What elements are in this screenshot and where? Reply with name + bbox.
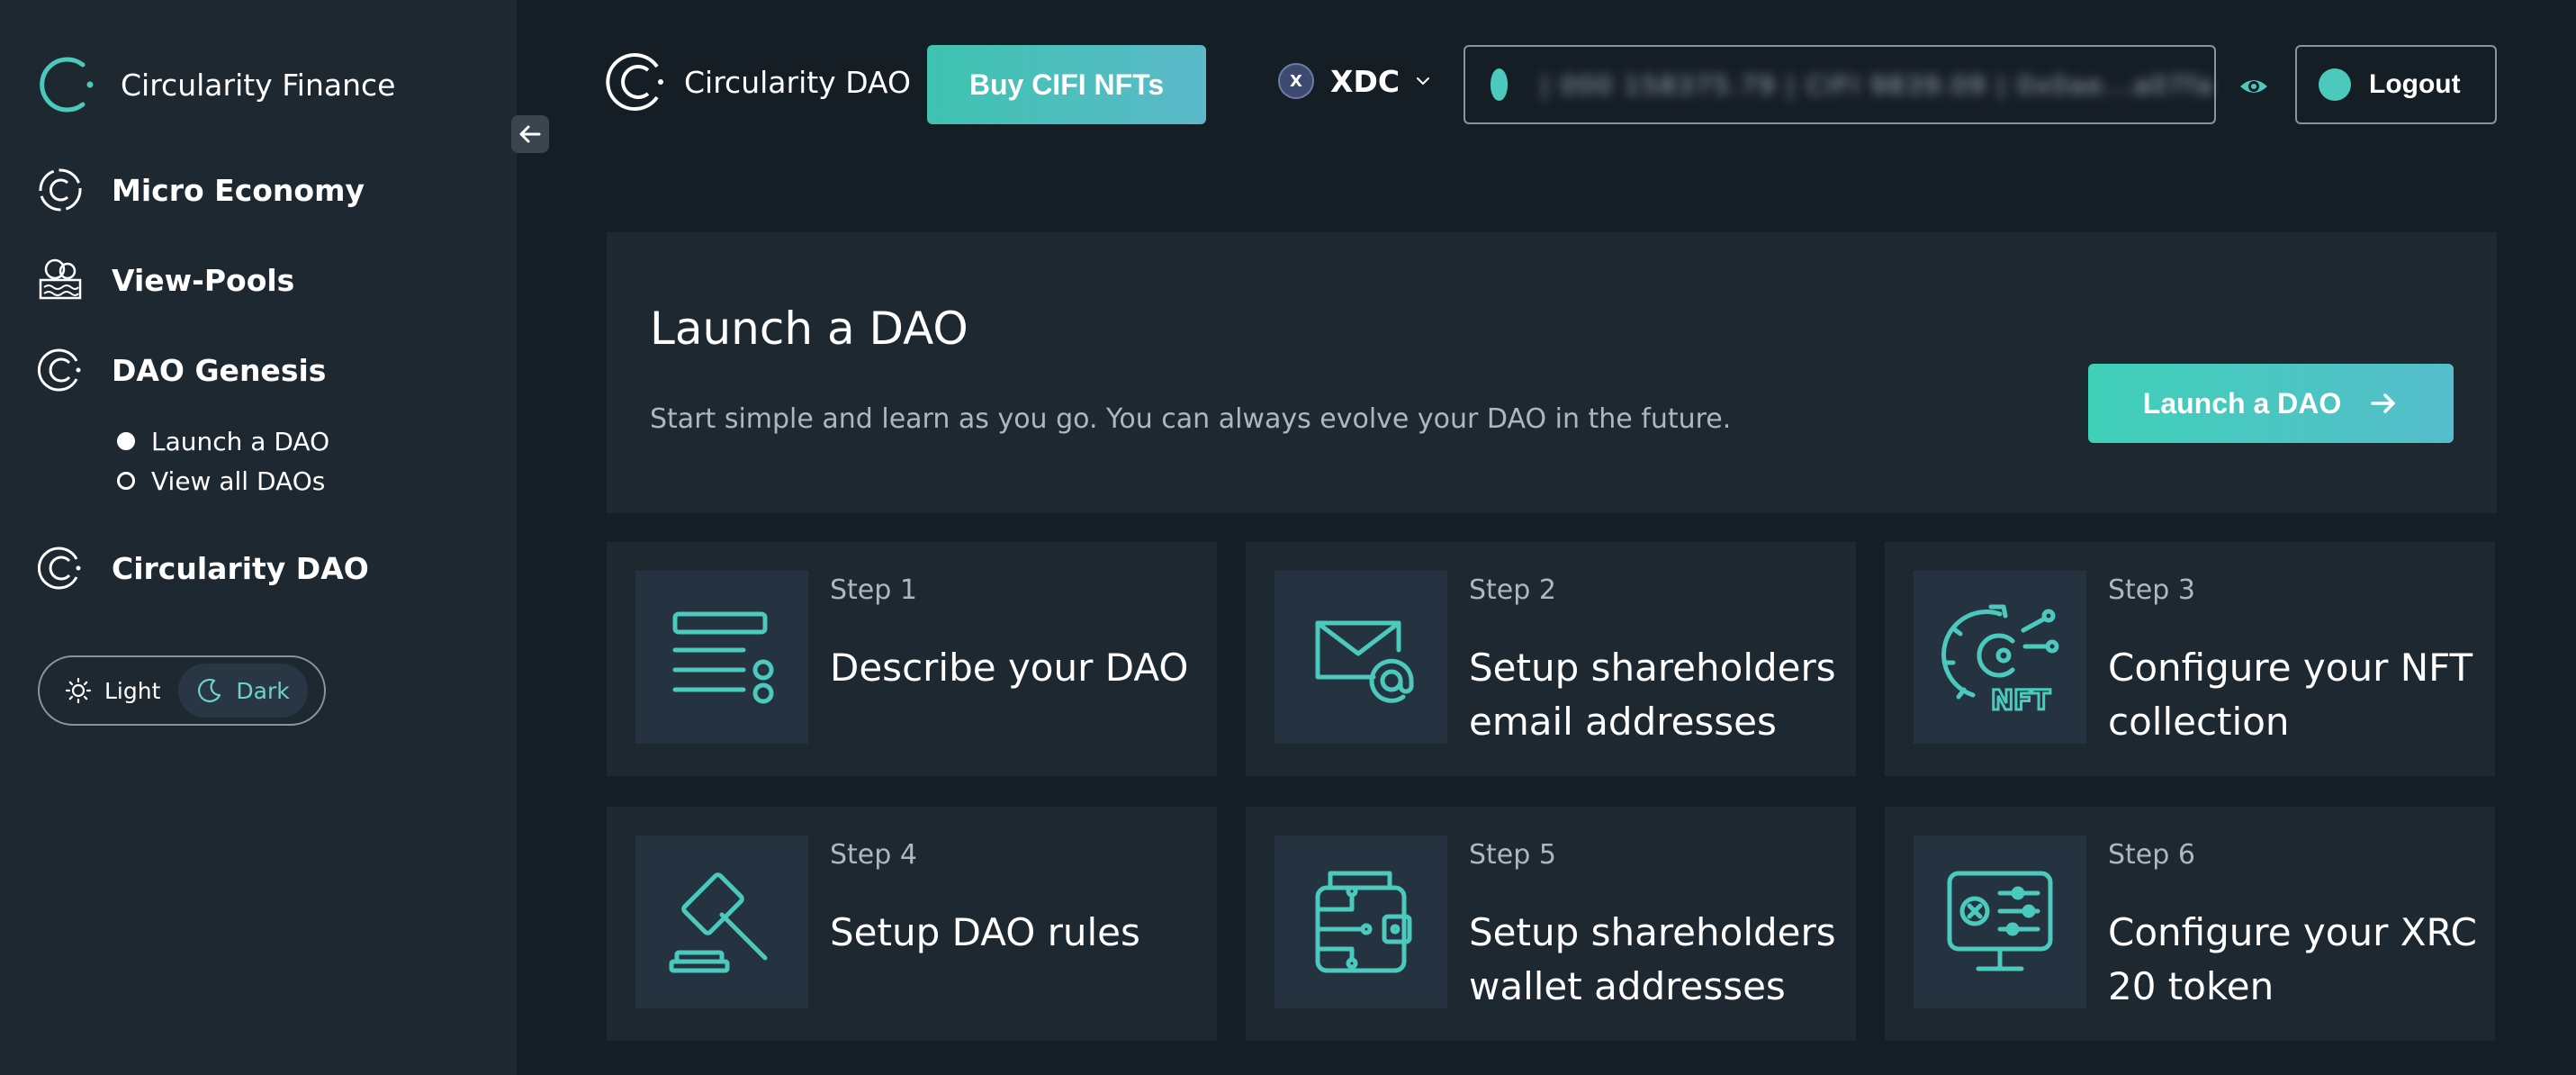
step-number: Step 1 (830, 574, 917, 606)
list-icon (672, 611, 774, 704)
theme-dark-label: Dark (236, 677, 290, 704)
step-card-2[interactable]: Step 2 Setup shareholders email addresse… (1246, 542, 1856, 776)
step-icon-container (635, 836, 808, 1008)
theme-light-option[interactable]: Light (47, 664, 178, 718)
theme-dark-option[interactable]: Dark (178, 664, 308, 718)
circularity-dao-logo-icon (606, 53, 663, 111)
svg-text:NFT: NFT (1991, 685, 2051, 717)
arrow-left-icon (519, 125, 541, 143)
sidebar-item-dao-genesis[interactable]: DAO Genesis (36, 346, 326, 394)
sidebar-item-circularity-dao[interactable]: Circularity DAO (36, 544, 369, 592)
eye-icon[interactable] (2238, 70, 2270, 103)
circle-logo-icon (36, 544, 85, 592)
sidebar-item-label: Micro Economy (112, 172, 365, 208)
header-brand-name: Circularity DAO (684, 64, 911, 100)
xdc-network-icon: X (1278, 63, 1314, 99)
step-card-4[interactable]: Step 4 Setup DAO rules (607, 807, 1217, 1041)
step-title: Setup shareholders email addresses (1469, 646, 1836, 744)
unselected-dot-icon (117, 472, 135, 490)
dao-genesis-subnav: Launch a DAO View all DAOs (117, 421, 329, 501)
wallet-icon (1315, 871, 1412, 973)
envelope-icon (1315, 620, 1414, 703)
user-avatar (2319, 68, 2351, 101)
step-icon-container (1274, 571, 1447, 744)
subnav-item-view-all-daos[interactable]: View all DAOs (117, 461, 329, 501)
monitor-settings-icon (1947, 871, 2053, 971)
wallet-balance-box[interactable]: | 000 158375.79 | CIFI 9839.09 | 0x0ae..… (1464, 45, 2216, 124)
subnav-item-launch-dao[interactable]: Launch a DAO (117, 421, 329, 461)
subnav-item-label: View all DAOs (151, 465, 326, 496)
launch-dao-button[interactable]: Launch a DAO (2088, 364, 2454, 443)
step-title: Setup shareholders wallet addresses (1469, 910, 1836, 1008)
step-icon-container (1914, 836, 2086, 1008)
sidebar-item-micro-economy[interactable]: Micro Economy (36, 166, 365, 214)
selected-dot-icon (117, 432, 135, 450)
theme-toggle: Light Dark (38, 655, 326, 726)
step-title: Setup DAO rules (830, 910, 1140, 954)
sidebar-collapse-button[interactable] (511, 115, 549, 153)
step-title: Configure your XRC 20 token (2108, 910, 2477, 1008)
circularity-logo-icon (40, 57, 94, 113)
step-title: Describe your DAO (830, 646, 1189, 690)
sidebar-brand[interactable]: Circularity Finance (36, 52, 395, 117)
subnav-item-label: Launch a DAO (151, 426, 330, 456)
moon-icon (198, 678, 221, 703)
sidebar-item-label: View-Pools (112, 262, 295, 298)
network-label: XDC (1330, 63, 1401, 99)
step-number: Step 6 (2108, 839, 2195, 871)
gavel-icon (669, 872, 768, 973)
step-icon-container (1274, 836, 1447, 1008)
step-title: Configure your NFT collection (2108, 646, 2473, 744)
launch-dao-button-label: Launch a DAO (2142, 386, 2342, 420)
step-card-5[interactable]: Step 5 Setup shareholders wallet address… (1246, 807, 1856, 1041)
sidebar-item-label: DAO Genesis (112, 352, 327, 388)
circle-logo-icon (36, 166, 85, 214)
launch-dao-hero: Launch a DAO Start simple and learn as y… (607, 232, 2497, 513)
circle-logo-icon (36, 346, 85, 394)
sidebar-brand-name: Circularity Finance (121, 67, 396, 103)
wallet-balance-text: | 000 158375.79 | CIFI 9839.09 | 0x0ae..… (1540, 69, 2214, 100)
theme-light-label: Light (104, 677, 161, 704)
step-card-3[interactable]: NFT Step 3 Configure your NFT collection (1885, 542, 2495, 776)
logout-button[interactable]: Logout (2295, 45, 2497, 124)
sidebar: Circularity Finance Micro Economy View-P… (0, 0, 517, 1075)
step-number: Step 5 (1469, 839, 1556, 871)
step-number: Step 3 (2108, 574, 2195, 606)
step-icon-container (635, 571, 808, 744)
arrow-right-icon (2371, 393, 2395, 413)
header-brand[interactable]: Circularity DAO (605, 50, 911, 113)
sidebar-item-label: Circularity DAO (112, 550, 369, 586)
coins-pool-icon (36, 256, 85, 304)
step-number: Step 4 (830, 839, 917, 871)
page-subtitle: Start simple and learn as you go. You ca… (650, 403, 1732, 435)
buy-cifi-nfts-button[interactable]: Buy CIFI NFTs (927, 45, 1206, 124)
sidebar-item-view-pools[interactable]: View-Pools (36, 256, 294, 304)
step-card-6[interactable]: Step 6 Configure your XRC 20 token (1885, 807, 2495, 1041)
wallet-avatar (1491, 68, 1509, 101)
nft-gear-icon: NFT (1941, 604, 2059, 718)
sun-icon (65, 677, 92, 704)
page-title: Launch a DAO (650, 303, 968, 355)
network-selector[interactable]: X XDC (1278, 63, 1432, 99)
logout-label: Logout (2369, 69, 2461, 99)
step-icon-container: NFT (1914, 571, 2086, 744)
step-card-1[interactable]: Step 1 Describe your DAO (607, 542, 1217, 776)
step-number: Step 2 (1469, 574, 1556, 606)
chevron-down-icon (1417, 77, 1430, 86)
